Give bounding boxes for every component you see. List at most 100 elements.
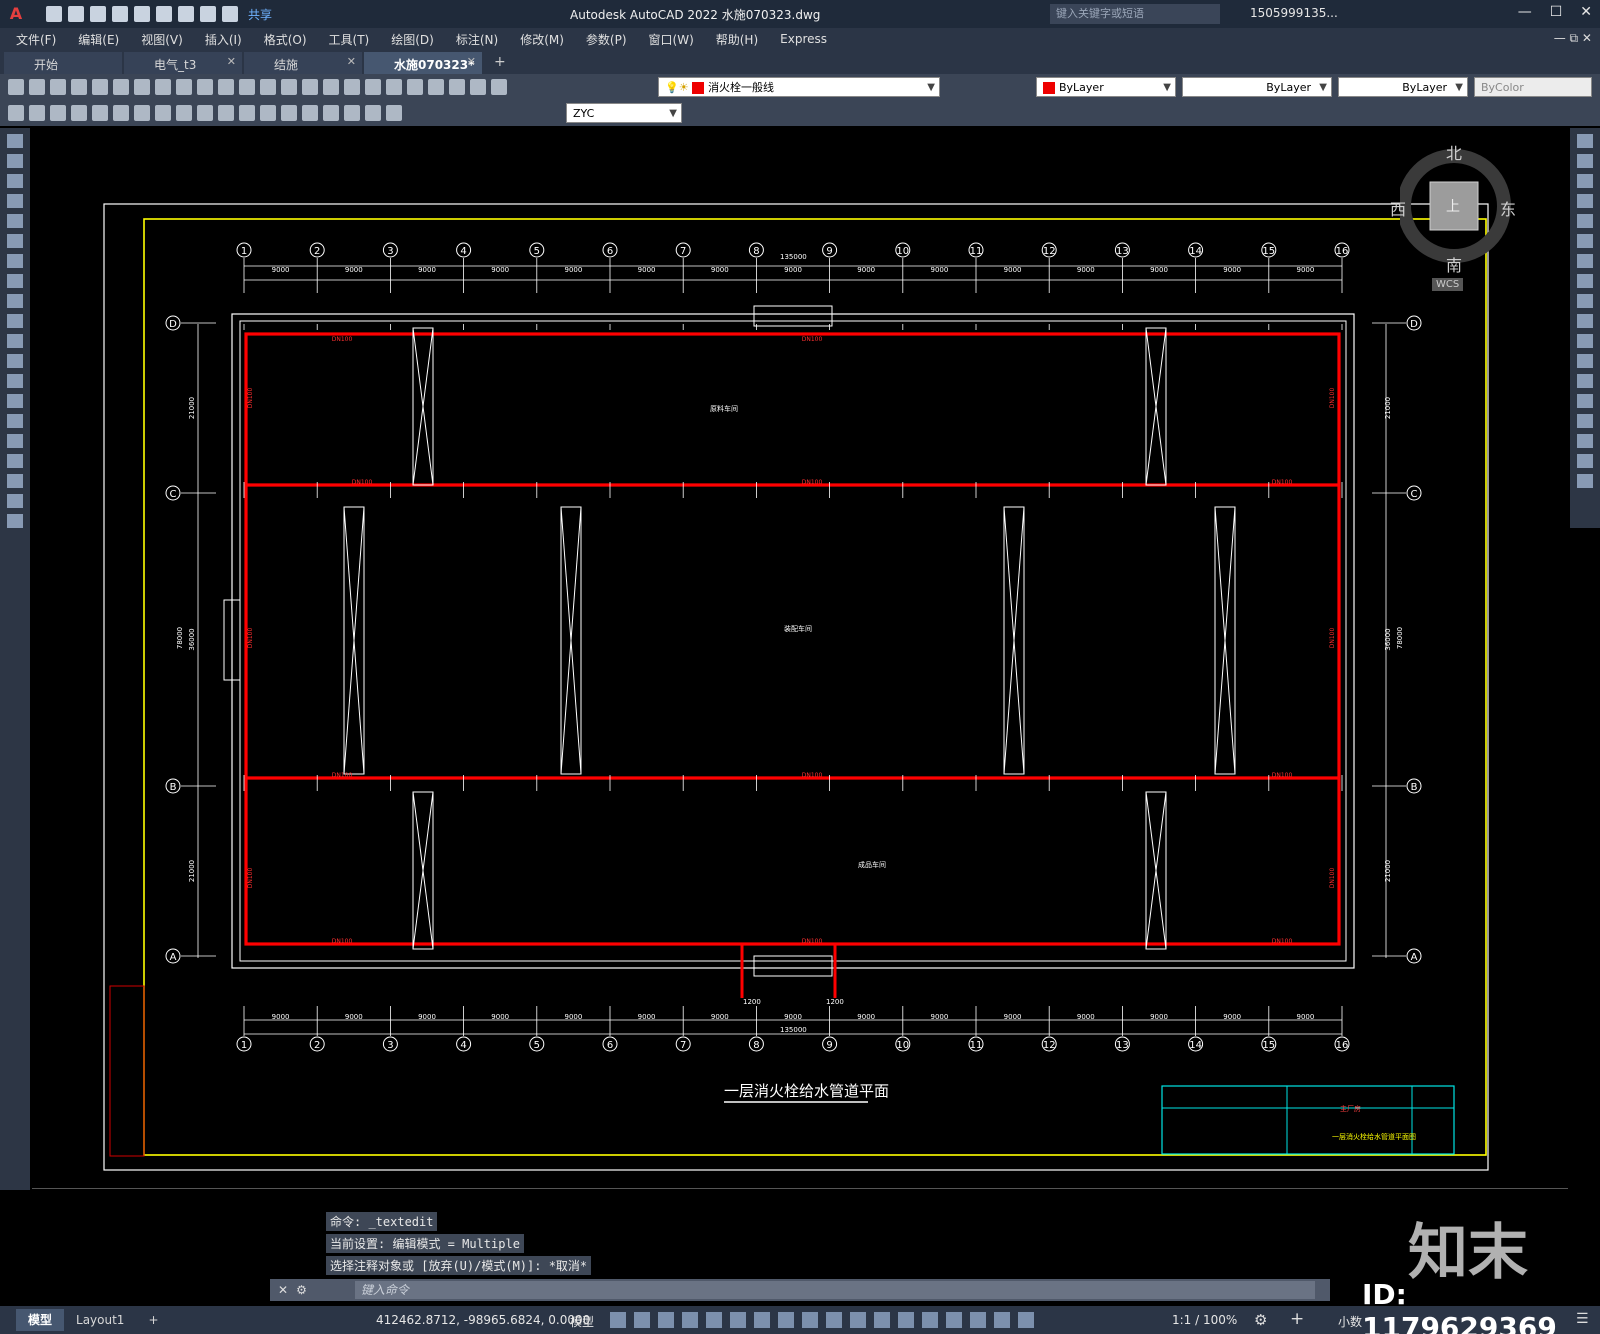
- inspection-icon[interactable]: [302, 105, 318, 121]
- coordinate-readout[interactable]: 412462.8712, -98965.6824, 0.0000: [376, 1313, 590, 1327]
- autocad-logo-icon[interactable]: A: [6, 4, 26, 24]
- menu-express[interactable]: Express: [780, 32, 827, 46]
- open-icon[interactable]: [68, 6, 84, 22]
- blend-icon[interactable]: [1577, 454, 1593, 468]
- object-snap-icon[interactable]: [802, 1312, 818, 1328]
- tab-electrical[interactable]: 电气_t3 ✕: [124, 52, 242, 74]
- dim-edit-icon[interactable]: [344, 105, 360, 121]
- new-icon[interactable]: [46, 6, 62, 22]
- layer-manager-icon[interactable]: [491, 79, 507, 95]
- maximize-icon[interactable]: ☐: [1550, 4, 1563, 20]
- close-icon[interactable]: ✕: [347, 55, 356, 68]
- lineweight-icon[interactable]: [826, 1312, 842, 1328]
- publish-icon[interactable]: [113, 79, 129, 95]
- grid-icon[interactable]: [610, 1312, 626, 1328]
- plot-icon[interactable]: [178, 6, 194, 22]
- plotstyle-dropdown[interactable]: ByColor: [1474, 77, 1592, 97]
- user-account[interactable]: 1505999135...: [1250, 6, 1338, 20]
- zoom-realtime-icon[interactable]: [281, 79, 297, 95]
- join-icon[interactable]: [1577, 394, 1593, 408]
- viewcube-south[interactable]: 南: [1446, 252, 1462, 276]
- construction-line-icon[interactable]: [7, 154, 23, 168]
- viewcube-north[interactable]: 北: [1446, 140, 1462, 164]
- break-icon[interactable]: [1577, 374, 1593, 388]
- polyline-icon[interactable]: [7, 174, 23, 188]
- stretch-icon[interactable]: [1577, 294, 1593, 308]
- dynamic-input-icon[interactable]: [682, 1312, 698, 1328]
- annotation-visibility-icon[interactable]: [994, 1312, 1010, 1328]
- ordinate-dim-icon[interactable]: [71, 105, 87, 121]
- save-icon[interactable]: [50, 79, 66, 95]
- ellipse-icon[interactable]: [7, 314, 23, 328]
- dynamic-ucs-icon[interactable]: [922, 1312, 938, 1328]
- jogged-linear-icon[interactable]: [323, 105, 339, 121]
- zoom-window-icon[interactable]: [302, 79, 318, 95]
- fillet-icon[interactable]: [1577, 434, 1593, 448]
- dim-update-icon[interactable]: [386, 105, 402, 121]
- offset-icon[interactable]: [1577, 194, 1593, 208]
- viewcube-west[interactable]: 西: [1390, 196, 1406, 220]
- gradient-icon[interactable]: [7, 434, 23, 448]
- redo-icon[interactable]: [239, 79, 255, 95]
- add-layout-button[interactable]: +: [136, 1313, 170, 1327]
- viewcube-east[interactable]: 东: [1500, 196, 1516, 220]
- insert-block-icon[interactable]: [7, 354, 23, 368]
- close-icon[interactable]: ✕: [467, 55, 476, 68]
- close-icon[interactable]: ✕: [1580, 4, 1592, 20]
- region-icon[interactable]: [7, 454, 23, 468]
- sheet-set-icon[interactable]: [407, 79, 423, 95]
- erase-icon[interactable]: [1577, 134, 1593, 148]
- rotate-icon[interactable]: [1577, 254, 1593, 268]
- markup-icon[interactable]: [428, 79, 444, 95]
- 3d-osnap-icon[interactable]: [898, 1312, 914, 1328]
- copy-icon[interactable]: [1577, 154, 1593, 168]
- properties-icon[interactable]: [344, 79, 360, 95]
- wcs-menu[interactable]: WCS: [1432, 278, 1464, 291]
- menu-edit[interactable]: 编辑(E): [78, 31, 119, 48]
- trim-icon[interactable]: [1577, 314, 1593, 328]
- customize-icon[interactable]: ⚙: [296, 1283, 307, 1297]
- revision-cloud-icon[interactable]: [7, 274, 23, 288]
- drawing-canvas[interactable]: 1 1 2 2 3 3 4 4 5 5 6 6 7 7 8 8 9 9 10 10 11 11 12 12 13 13 14 14 15…: [32, 128, 1568, 1190]
- design-center-icon[interactable]: [365, 79, 381, 95]
- viewcube[interactable]: 北 南 西 东 上 WCS: [1390, 140, 1550, 320]
- aligned-dim-icon[interactable]: [29, 105, 45, 121]
- selection-filter-icon[interactable]: [946, 1312, 962, 1328]
- dim-text-edit-icon[interactable]: [365, 105, 381, 121]
- paste-icon[interactable]: [176, 79, 192, 95]
- layer-dropdown[interactable]: 💡☀ 消火栓一般线 ▼: [658, 77, 940, 97]
- diameter-dim-icon[interactable]: [134, 105, 150, 121]
- extend-icon[interactable]: [1577, 334, 1593, 348]
- snap-icon[interactable]: [634, 1312, 650, 1328]
- dim-space-icon[interactable]: [239, 105, 255, 121]
- zoom-previous-icon[interactable]: [323, 79, 339, 95]
- help-icon[interactable]: [470, 79, 486, 95]
- move-icon[interactable]: [1577, 234, 1593, 248]
- annotation-scale[interactable]: 1:1 / 100%: [1172, 1313, 1237, 1327]
- continue-dim-icon[interactable]: [218, 105, 234, 121]
- ortho-icon[interactable]: [706, 1312, 722, 1328]
- arc-length-icon[interactable]: [50, 105, 66, 121]
- close-icon[interactable]: ✕: [227, 55, 236, 68]
- tab-structure[interactable]: 结施 ✕: [244, 52, 362, 74]
- polar-icon[interactable]: [730, 1312, 746, 1328]
- circle-icon[interactable]: [7, 254, 23, 268]
- match-icon[interactable]: [197, 79, 213, 95]
- center-mark-icon[interactable]: [281, 105, 297, 121]
- menu-help[interactable]: 帮助(H): [716, 31, 758, 48]
- document-window-controls[interactable]: — ⧉ ✕: [1554, 31, 1592, 46]
- infer-constraints-icon[interactable]: [658, 1312, 674, 1328]
- menu-draw[interactable]: 绘图(D): [391, 31, 434, 48]
- table-icon[interactable]: [7, 474, 23, 488]
- point-icon[interactable]: [7, 394, 23, 408]
- menu-modify[interactable]: 修改(M): [520, 31, 564, 48]
- explode-icon[interactable]: [1577, 474, 1593, 488]
- break-point-icon[interactable]: [1577, 354, 1593, 368]
- menu-tools[interactable]: 工具(T): [329, 31, 370, 48]
- polygon-icon[interactable]: [7, 194, 23, 208]
- menu-view[interactable]: 视图(V): [141, 31, 183, 48]
- tab-model[interactable]: 模型: [16, 1309, 65, 1331]
- make-block-icon[interactable]: [7, 374, 23, 388]
- pan-icon[interactable]: [260, 79, 276, 95]
- plus-icon[interactable]: +: [1290, 1309, 1304, 1329]
